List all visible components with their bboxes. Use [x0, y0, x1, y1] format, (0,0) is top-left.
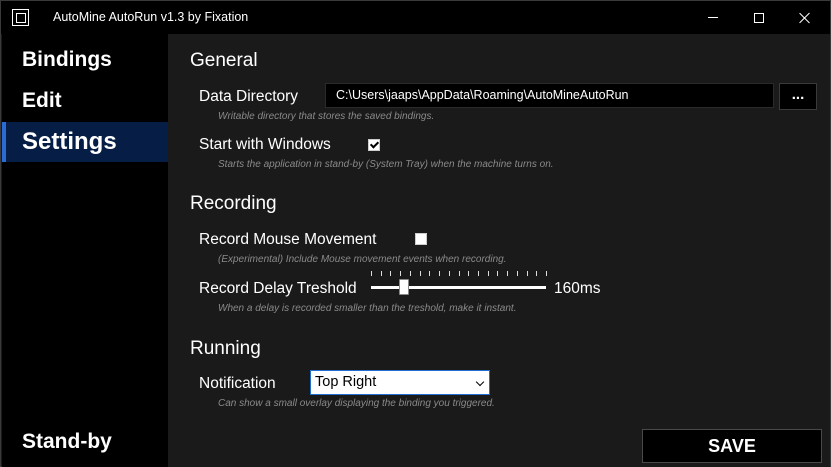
section-heading-running: Running: [190, 338, 261, 359]
close-button[interactable]: [782, 1, 828, 34]
maximize-icon: [754, 12, 764, 23]
record-mouse-checkbox[interactable]: [415, 233, 427, 245]
notification-select[interactable]: Top Right: [310, 370, 490, 395]
data-directory-hint: Writable directory that stores the saved…: [218, 111, 435, 122]
delay-threshold-value: 160ms: [554, 280, 601, 297]
browse-directory-button[interactable]: ...: [779, 83, 817, 110]
record-mouse-hint: (Experimental) Include Mouse movement ev…: [218, 254, 507, 265]
slider-tick: [429, 271, 430, 276]
slider-tick: [546, 271, 547, 276]
maximize-button[interactable]: [736, 1, 782, 34]
app-window: AutoMine AutoRun v1.3 by Fixation Bindin…: [0, 0, 831, 467]
section-heading-recording: Recording: [190, 193, 277, 214]
minimize-button[interactable]: [690, 1, 736, 34]
data-directory-input[interactable]: C:\Users\jaaps\AppData\Roaming\AutoMineA…: [325, 83, 774, 108]
data-directory-label: Data Directory: [199, 88, 299, 105]
slider-tick: [381, 271, 382, 276]
checkmark-icon: [369, 139, 379, 149]
sidebar-item-bindings[interactable]: Bindings: [2, 40, 168, 80]
slider-tick: [468, 271, 469, 276]
slider-tick: [390, 271, 391, 276]
sidebar-item-settings[interactable]: Settings: [2, 122, 168, 162]
minimize-icon: [708, 17, 718, 18]
title-bar[interactable]: AutoMine AutoRun v1.3 by Fixation: [1, 1, 830, 34]
slider-tick: [439, 271, 440, 276]
sidebar: Bindings Edit Settings Stand-by: [2, 34, 168, 467]
start-with-windows-label: Start with Windows: [199, 136, 331, 153]
settings-panel: General Data Directory C:\Users\jaaps\Ap…: [168, 34, 830, 467]
sidebar-item-edit[interactable]: Edit: [2, 81, 168, 121]
notification-selected-value: Top Right: [315, 374, 377, 390]
notification-hint: Can show a small overlay displaying the …: [218, 398, 495, 409]
slider-tick: [517, 271, 518, 276]
slider-tick: [527, 271, 528, 276]
slider-tick: [371, 271, 372, 276]
close-icon: [799, 12, 811, 24]
slider-track: [371, 286, 546, 289]
slider-tick: [420, 271, 421, 276]
sidebar-item-stand-by[interactable]: Stand-by: [2, 422, 168, 462]
slider-tick: [459, 271, 460, 276]
slider-tick: [410, 271, 411, 276]
section-heading-general: General: [190, 50, 258, 71]
slider-thumb[interactable]: [399, 279, 409, 295]
slider-tick: [536, 271, 537, 276]
slider-tick: [478, 271, 479, 276]
slider-tick: [488, 271, 489, 276]
slider-tick: [449, 271, 450, 276]
delay-threshold-label: Record Delay Treshold: [199, 280, 357, 297]
chevron-down-icon: [475, 377, 485, 387]
slider-tick: [400, 271, 401, 276]
delay-threshold-hint: When a delay is recorded smaller than th…: [218, 303, 517, 314]
window-title: AutoMine AutoRun v1.3 by Fixation: [53, 10, 249, 24]
notification-label: Notification: [199, 375, 276, 392]
slider-tick: [497, 271, 498, 276]
app-logo-icon: [12, 9, 29, 26]
save-button[interactable]: SAVE: [642, 429, 822, 463]
start-with-windows-hint: Starts the application in stand-by (Syst…: [218, 159, 554, 170]
slider-tick: [507, 271, 508, 276]
record-mouse-label: Record Mouse Movement: [199, 231, 377, 248]
delay-threshold-slider[interactable]: [371, 270, 547, 300]
start-with-windows-checkbox[interactable]: [368, 139, 380, 151]
